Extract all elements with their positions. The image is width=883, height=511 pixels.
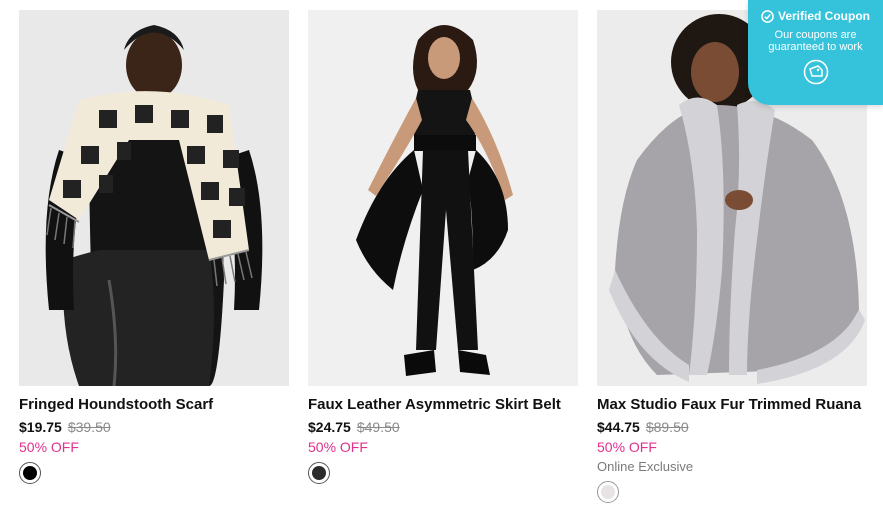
- coupon-title: Verified Coupon: [777, 9, 870, 23]
- check-circle-icon: [761, 9, 774, 23]
- discount-label: 50% OFF: [19, 439, 79, 455]
- price-row: $44.75 $89.50: [597, 419, 867, 436]
- discount-label: 50% OFF: [308, 439, 368, 455]
- sale-price: $19.75: [19, 419, 62, 435]
- swatch-dot: [23, 466, 37, 480]
- original-price: $39.50: [67, 419, 111, 435]
- price-row: $24.75 $49.50: [308, 419, 578, 436]
- coupon-chat-icon[interactable]: [803, 59, 829, 85]
- swatch-dot: [601, 485, 615, 499]
- product-title[interactable]: Max Studio Faux Fur Trimmed Ruana: [597, 396, 867, 414]
- chat-bubble-icon: [803, 59, 828, 85]
- color-swatch-black[interactable]: [19, 462, 41, 484]
- color-swatch-light-gray[interactable]: [597, 481, 619, 503]
- coupon-text: Our coupons are guaranteed to work: [748, 29, 883, 53]
- original-price: $89.50: [645, 419, 689, 435]
- product-image-belt[interactable]: [308, 10, 578, 386]
- color-swatch-dark-gray[interactable]: [308, 462, 330, 484]
- product-card-belt[interactable]: Faux Leather Asymmetric Skirt Belt $24.7…: [308, 10, 578, 484]
- product-image-scarf[interactable]: [19, 10, 289, 386]
- product-card-scarf[interactable]: Fringed Houndstooth Scarf $19.75 $39.50 5…: [19, 10, 289, 484]
- model-belt-image: [308, 10, 578, 386]
- original-price: $49.50: [356, 419, 400, 435]
- product-title[interactable]: Faux Leather Asymmetric Skirt Belt: [308, 396, 578, 414]
- coupon-header: Verified Coupon: [748, 9, 883, 23]
- product-title[interactable]: Fringed Houndstooth Scarf: [19, 396, 289, 414]
- discount-label: 50% OFF: [597, 439, 657, 455]
- sale-price: $44.75: [597, 419, 640, 435]
- sale-price: $24.75: [308, 419, 351, 435]
- online-exclusive-label: Online Exclusive: [597, 459, 694, 474]
- swatch-dot: [312, 466, 326, 480]
- verified-coupon-widget[interactable]: Verified Coupon Our coupons are guarante…: [748, 0, 883, 105]
- coupon-line-1: Our coupons are: [774, 29, 857, 41]
- model-scarf-image: [19, 10, 289, 386]
- price-row: $19.75 $39.50: [19, 419, 289, 436]
- coupon-line-2: guaranteed to work: [768, 41, 863, 53]
